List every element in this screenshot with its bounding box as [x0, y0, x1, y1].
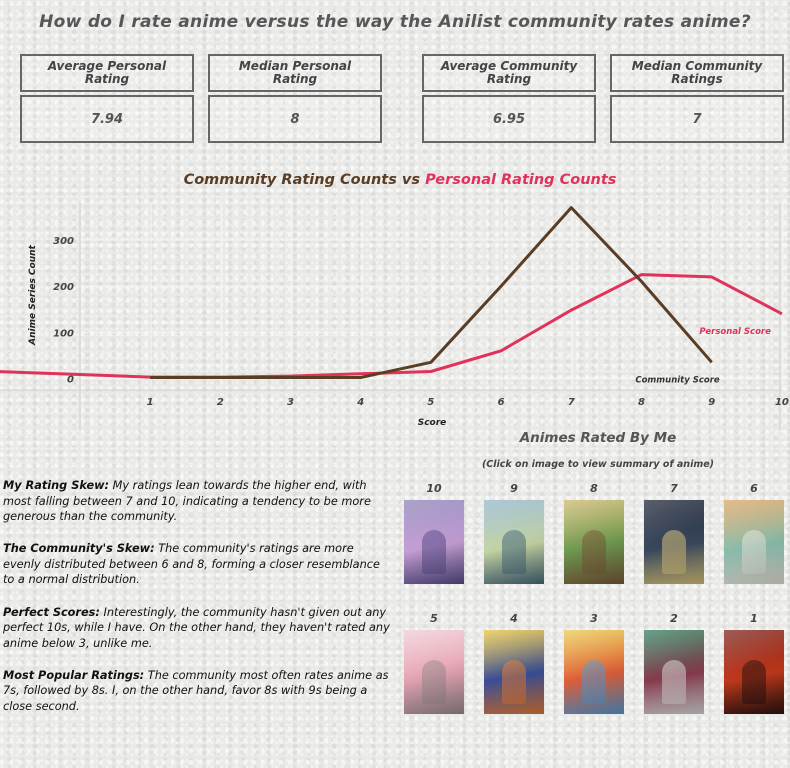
x-tick-label: 10 — [775, 397, 789, 408]
y-tick-label: 300 — [53, 236, 74, 247]
kpi-avg-personal-label: Average Personal Rating — [20, 54, 194, 92]
poster-score-label: 3 — [590, 612, 598, 625]
poster-figure — [502, 530, 526, 574]
kpi-avg-community-value: 6.95 — [422, 95, 596, 143]
poster-figure — [662, 530, 686, 574]
kpi-avg-personal-value: 7.94 — [20, 95, 194, 143]
series-line-community — [150, 206, 713, 379]
x-tick-label: 5 — [427, 397, 434, 408]
kpi-median-community-value: 7 — [610, 95, 784, 143]
kpi-median-personal-label: Median Personal Rating — [208, 54, 382, 92]
y-tick-label: 200 — [53, 282, 74, 293]
kpi-avg-community-label: Average Community Rating — [422, 54, 596, 92]
poster-figure — [582, 530, 606, 574]
poster-figure — [422, 660, 446, 704]
x-tick-label: 1 — [147, 397, 154, 408]
anime-poster-score-2[interactable] — [644, 630, 704, 714]
poster-figure — [502, 660, 526, 704]
series-label: Personal Score — [699, 327, 771, 337]
kpi-median-personal-value: 8 — [208, 95, 382, 143]
x-tick-label: 4 — [356, 397, 364, 408]
kpi-median-community-label: Median Community Ratings — [610, 54, 784, 92]
x-tick-label: 6 — [498, 397, 505, 408]
y-axis-label: Anime Series Count — [28, 244, 38, 345]
anime-poster-score-10[interactable] — [404, 500, 464, 584]
x-tick-label: 8 — [638, 397, 645, 408]
poster-score-label: 9 — [510, 482, 518, 495]
dashboard-title: How do I rate anime versus the way the A… — [39, 12, 751, 32]
x-tick-label: 3 — [287, 397, 294, 408]
poster-score-label: 1 — [750, 612, 758, 625]
poster-score-label: 10 — [426, 482, 442, 495]
chart-title-personal: Personal Rating Counts — [425, 172, 617, 188]
poster-figure — [742, 530, 766, 574]
x-tick-label: 2 — [217, 397, 224, 408]
note-community-skew: The Community's Skew: The community's ra… — [3, 541, 391, 588]
note-heading: Most Popular Ratings: — [3, 668, 145, 682]
insights-panel: My Rating Skew: My ratings lean towards … — [3, 478, 391, 731]
note-perfect-scores: Perfect Scores: Interestingly, the commu… — [3, 605, 391, 652]
y-tick-label: 0 — [67, 374, 74, 385]
poster-score-label: 8 — [590, 482, 598, 495]
gallery-subtitle: (Click on image to view summary of anime… — [481, 459, 715, 470]
series-line-personal — [0, 273, 783, 379]
anime-poster-score-8[interactable] — [564, 500, 624, 584]
chart-title-joiner: vs — [401, 172, 420, 188]
anime-poster-score-6[interactable] — [724, 500, 784, 584]
poster-score-label: 6 — [750, 482, 758, 495]
note-heading: Perfect Scores: — [3, 605, 100, 619]
poster-score-label: 7 — [670, 482, 678, 495]
rating-counts-line-chart: 0 100 200 300 1 2 3 4 5 6 7 8 9 10 Score Anime Series C… — [0, 203, 789, 430]
series-label: Community Score — [635, 375, 720, 385]
anime-poster-score-7[interactable] — [644, 500, 704, 584]
note-heading: The Community's Skew: — [3, 542, 155, 556]
y-tick-label: 100 — [53, 328, 74, 339]
anime-poster-score-4[interactable] — [484, 630, 544, 714]
poster-score-label: 4 — [510, 612, 518, 625]
chart-title-community: Community Rating Counts — [183, 172, 397, 188]
poster-figure — [422, 530, 446, 574]
anime-poster-score-9[interactable] — [484, 500, 544, 584]
poster-figure — [582, 660, 606, 704]
poster-score-label: 2 — [670, 612, 678, 625]
anime-poster-score-3[interactable] — [564, 630, 624, 714]
note-rating-skew: My Rating Skew: My ratings lean towards … — [3, 478, 391, 525]
note-popular-ratings: Most Popular Ratings: The community most… — [3, 668, 391, 715]
anime-poster-score-1[interactable] — [724, 630, 784, 714]
x-axis-label: Score — [418, 418, 447, 428]
poster-score-label: 5 — [430, 612, 438, 625]
anime-poster-score-5[interactable] — [404, 630, 464, 714]
poster-figure — [742, 660, 766, 704]
gallery-title: Animes Rated By Me — [519, 430, 677, 446]
chart-title: Community Rating Counts vs Personal Rati… — [0, 172, 790, 188]
x-tick-label: 7 — [568, 397, 575, 408]
poster-figure — [662, 660, 686, 704]
note-heading: My Rating Skew: — [3, 479, 110, 492]
x-tick-label: 9 — [708, 397, 715, 408]
